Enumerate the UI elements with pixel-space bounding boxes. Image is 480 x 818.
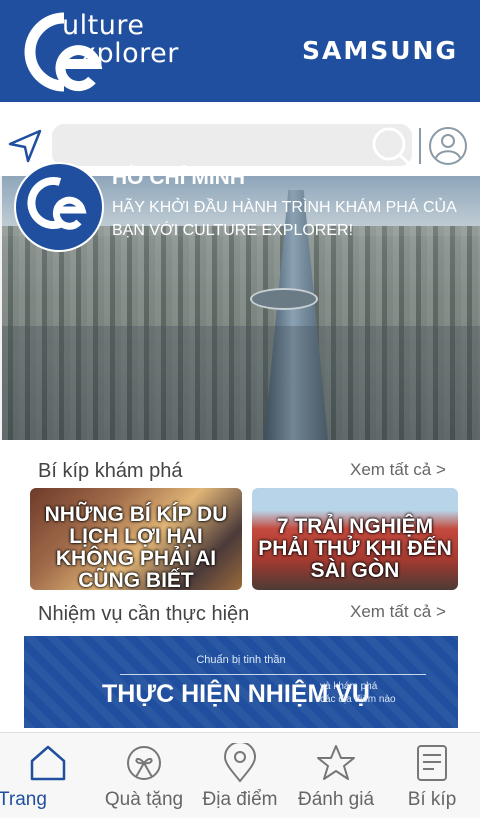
document-icon [417,745,447,781]
mission-banner[interactable]: Chuẩn bị tinh thần THỰC HIỆN NHIỆM VỤ và… [24,636,458,728]
hero-desc-line1: HÃY KHỞI ĐẦU HÀNH TRÌNH KHÁM PHÁ CỦA [112,199,457,216]
search-icon[interactable] [370,125,410,165]
nav-item-tips[interactable]: Bí kíp [384,733,480,818]
logo-word-culture: ulture [62,10,145,41]
missions-see-all-link[interactable]: Xem tất cả > [350,602,446,622]
hero-description: HÃY KHỞI ĐẦU HÀNH TRÌNH KHÁM PHÁ CỦA BẠN… [112,196,478,242]
culture-explorer-logo[interactable]: ulture xplorer [12,6,202,98]
nav-item-reviews[interactable]: Đánh giá [288,733,384,818]
logo-word-explorer: xplorer [80,38,179,69]
tip-card-2[interactable]: 7 TRẢI NGHIỆM PHẢI THỬ KHI ĐẾN SÀI GÒN [252,488,458,590]
banner-side-line2: các địa điểm nào [320,694,396,705]
tip-card-1[interactable]: NHỮNG BÍ KÍP DU LỊCH LỢI HẠI KHÔNG PHẢI … [30,488,242,590]
bottom-navigation: Trang Quà tặng Địa điểm Đánh giá Bí kíp [0,732,480,818]
nav-item-gifts[interactable]: Quà tặng [96,733,192,818]
tip-card-title: 7 TRẢI NGHIỆM PHẢI THỬ KHI ĐẾN SÀI GÒN [258,515,452,582]
nav-label-tips: Bí kíp [407,789,457,810]
samsung-brand: SAMSUNG [302,36,458,65]
hero-city-title: HỒ CHÍ MINH [112,166,245,189]
banner-side-text: và khám phá các địa điểm nào [320,680,396,706]
hero-desc-line2: BẠN VỚI CULTURE EXPLORER! [112,222,354,239]
banner-divider [120,674,426,675]
user-profile-icon[interactable] [427,125,469,167]
nav-label-gifts: Quà tặng [104,789,184,810]
nav-item-home[interactable]: Trang [0,733,96,818]
tower-helipad [250,288,318,310]
hero-overlay [2,326,480,440]
nav-item-places[interactable]: Địa điểm [192,733,288,818]
nav-label-reviews: Đánh giá [297,789,375,810]
tips-see-all-link[interactable]: Xem tất cả > [350,460,446,480]
app-header: ulture xplorer SAMSUNG [0,0,480,102]
nav-label-home: Trang [0,789,47,810]
banner-side-line1: và khám phá [320,681,378,692]
banner-subtitle: Chuẩn bị tinh thần [196,654,286,666]
gift-icon [127,746,161,780]
location-pin-icon [223,743,257,783]
navigation-arrow-icon[interactable] [6,126,46,166]
missions-section-title: Nhiệm vụ cần thực hiện [38,603,250,625]
star-icon [317,745,355,780]
nav-label-places: Địa điểm [202,789,278,810]
search-divider [419,128,421,164]
tips-section-title: Bí kíp khám phá [38,460,183,482]
ce-badge-icon [27,177,87,230]
search-input[interactable] [52,124,412,166]
home-icon [30,745,66,781]
ce-badge-logo [14,162,104,252]
tip-card-title: NHỮNG BÍ KÍP DU LỊCH LỢI HẠI KHÔNG PHẢI … [44,503,228,591]
